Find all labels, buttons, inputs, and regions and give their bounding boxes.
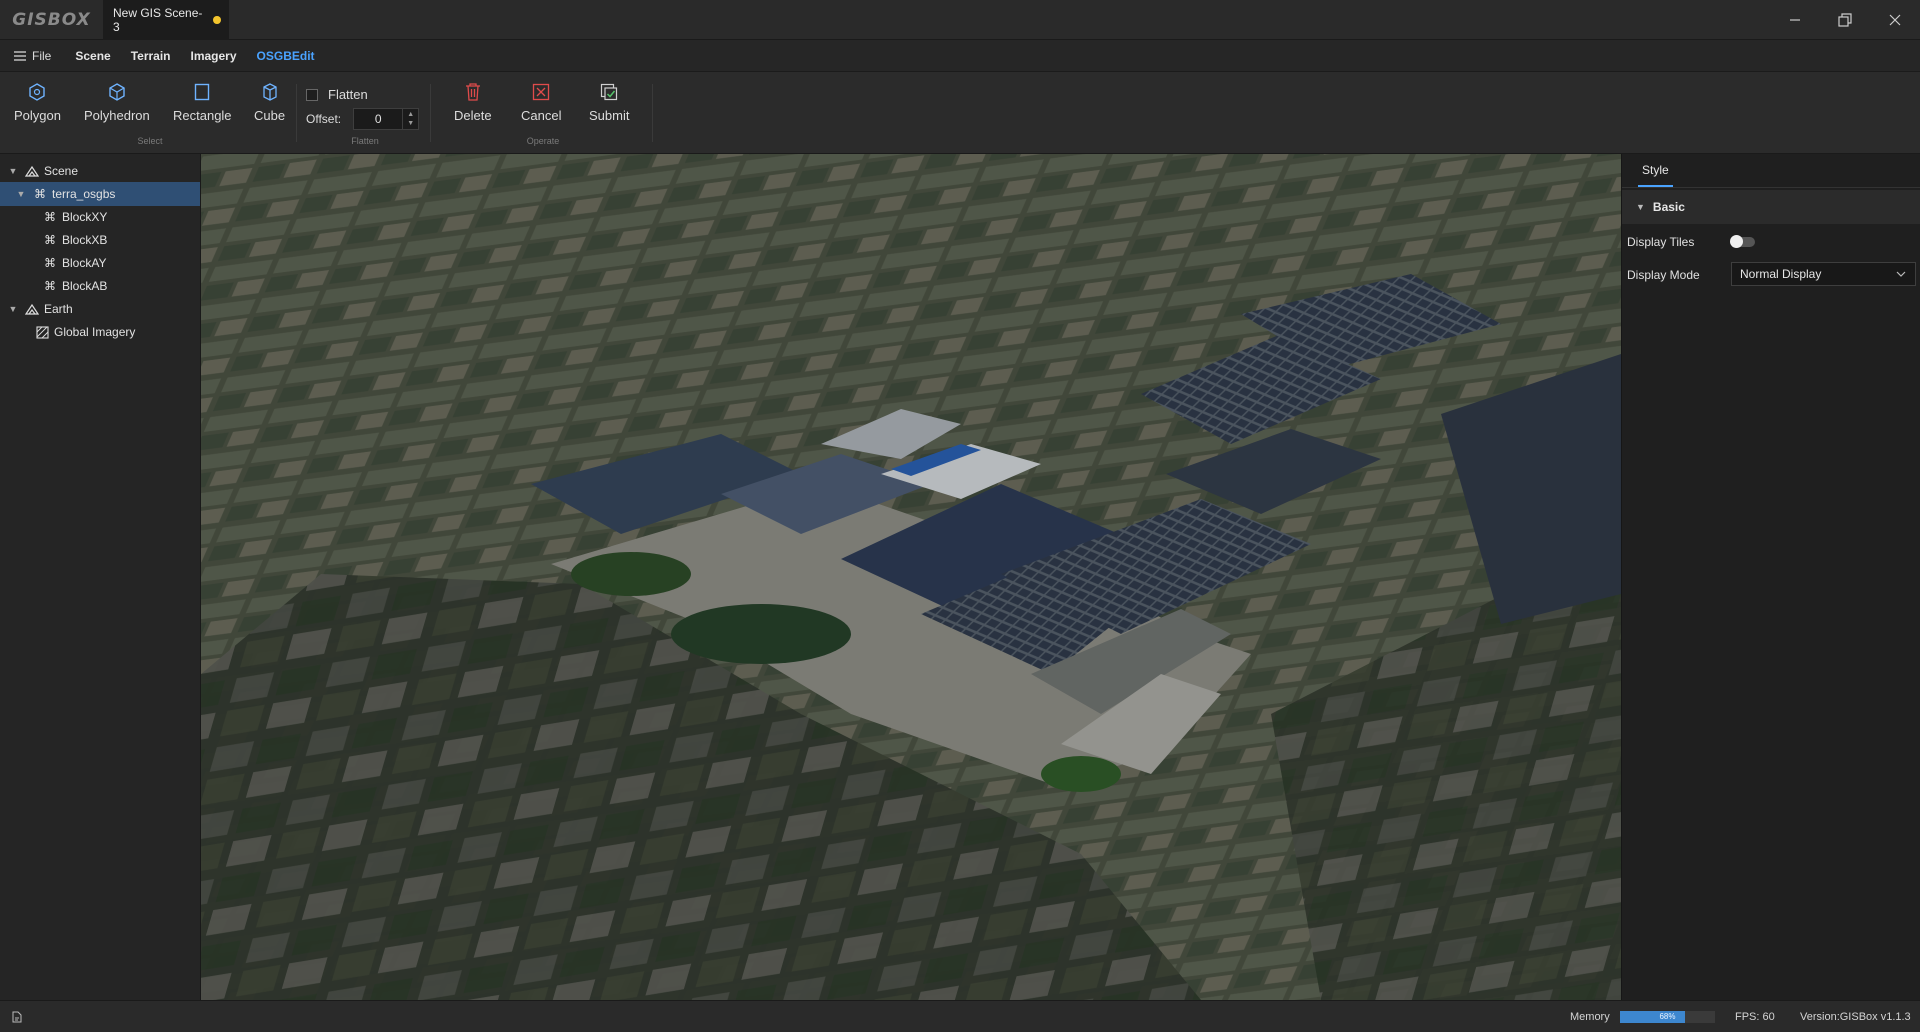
delete-label: Delete [454, 108, 492, 123]
tree-item-global-imagery[interactable]: Global Imagery [0, 320, 200, 344]
tree-item-blockab[interactable]: ⌘ BlockAB [0, 274, 200, 298]
ribbon-toolbar: Polygon Polyhedron Rectangle Cube Select… [0, 72, 1920, 154]
command-icon: ⌘ [34, 187, 46, 201]
operate-group: Delete Cancel Submit Operate [0, 72, 660, 154]
menu-osgbedit[interactable]: OSGBEdit [247, 40, 325, 72]
gisbox-window: GISBOX New GIS Scene-3 File Scene Terrai… [0, 0, 1920, 1032]
tree-item-label: terra_osgbs [52, 187, 116, 201]
command-icon: ⌘ [44, 210, 56, 224]
trash-icon [463, 82, 483, 102]
window-controls [1770, 0, 1920, 40]
fps-readout: FPS: 60 [1735, 1011, 1775, 1023]
toolbar-divider [652, 84, 653, 142]
toggle-knob [1730, 235, 1743, 248]
restore-button[interactable] [1820, 0, 1870, 40]
tree-item-earth[interactable]: ▼ Earth [0, 297, 200, 321]
map-viewport[interactable] [201, 154, 1621, 1000]
tree-item-scene[interactable]: ▼ Scene [0, 159, 200, 183]
memory-progress-bar: 68% [1620, 1011, 1715, 1023]
tree-item-blockxb[interactable]: ⌘ BlockXB [0, 228, 200, 252]
tree-item-label: Earth [44, 302, 73, 316]
command-icon: ⌘ [44, 233, 56, 247]
expand-caret-icon[interactable]: ▼ [16, 189, 26, 199]
document-icon[interactable] [12, 1011, 22, 1023]
document-tab-label: New GIS Scene-3 [113, 5, 203, 34]
earth-icon [25, 302, 39, 316]
scene-icon [25, 164, 39, 178]
tree-item-blockay[interactable]: ⌘ BlockAY [0, 251, 200, 275]
expand-caret-icon[interactable]: ▼ [8, 166, 18, 176]
display-mode-value: Normal Display [1740, 267, 1822, 281]
display-tiles-row: Display Tiles [1627, 229, 1917, 255]
expand-caret-icon[interactable]: ▼ [8, 304, 18, 314]
display-mode-select[interactable]: Normal Display [1731, 262, 1916, 286]
collapse-caret-icon[interactable]: ▼ [1636, 202, 1645, 212]
memory-progress-text: 68% [1659, 1012, 1676, 1021]
menu-terrain[interactable]: Terrain [121, 40, 181, 72]
properties-panel: Style ▼ Basic Display Tiles Display Mode… [1621, 154, 1920, 1000]
menu-bar: File Scene Terrain Imagery OSGBEdit [0, 40, 1920, 72]
submit-button[interactable]: Submit [589, 82, 629, 123]
memory-label: Memory [1570, 1011, 1610, 1023]
chevron-down-icon [1896, 271, 1906, 277]
minimize-icon [1790, 19, 1800, 21]
tree-item-label: BlockXB [62, 233, 108, 247]
properties-tabs: Style [1622, 154, 1920, 188]
cancel-label: Cancel [521, 108, 562, 123]
tree-item-label: BlockAY [62, 256, 107, 270]
submit-icon [599, 82, 619, 102]
version-text: Version:GISBox v1.1.3 [1800, 1011, 1911, 1023]
command-icon: ⌘ [44, 279, 56, 293]
app-logo: GISBOX [12, 9, 91, 30]
menu-scene[interactable]: Scene [65, 40, 120, 72]
tree-item-terra-osgbs[interactable]: ▼ ⌘ terra_osgbs [0, 182, 200, 206]
file-menu[interactable]: File [0, 49, 65, 63]
basic-section-header[interactable]: ▼ Basic [1622, 190, 1920, 224]
command-icon: ⌘ [44, 256, 56, 270]
tree-item-label: Global Imagery [54, 325, 136, 339]
scene-tree-panel: ▼ Scene ▼ ⌘ terra_osgbs ⌘ BlockXY ⌘ Bloc… [0, 154, 201, 1000]
cancel-icon [531, 82, 551, 102]
title-bar: GISBOX New GIS Scene-3 [0, 0, 1920, 40]
document-tab[interactable]: New GIS Scene-3 [103, 0, 229, 40]
display-mode-label: Display Mode [1627, 268, 1700, 282]
close-icon [1889, 14, 1901, 26]
minimize-button[interactable] [1770, 0, 1820, 40]
close-button[interactable] [1870, 0, 1920, 40]
display-tiles-label: Display Tiles [1627, 235, 1695, 249]
hamburger-icon [14, 50, 26, 61]
tree-item-label: BlockXY [62, 210, 108, 224]
tab-style[interactable]: Style [1638, 155, 1673, 187]
tree-item-label: BlockAB [62, 279, 108, 293]
imagery-icon [35, 325, 49, 339]
cancel-button[interactable]: Cancel [521, 82, 561, 123]
submit-label: Submit [589, 108, 630, 123]
aerial-scene-image [201, 154, 1621, 1000]
file-menu-label: File [32, 48, 52, 63]
tree-item-blockxy[interactable]: ⌘ BlockXY [0, 205, 200, 229]
section-title: Basic [1652, 200, 1685, 214]
restore-icon [1838, 13, 1852, 27]
menu-imagery[interactable]: Imagery [181, 40, 247, 72]
operate-group-label: Operate [526, 136, 560, 146]
display-mode-row: Display Mode Normal Display [1627, 262, 1917, 288]
display-tiles-toggle[interactable] [1730, 235, 1755, 248]
delete-button[interactable]: Delete [454, 82, 492, 123]
status-bar: Memory 68% FPS: 60 Version:GISBox v1.1.3 [0, 1000, 1920, 1032]
tree-item-label: Scene [44, 164, 79, 178]
unsaved-dot-icon [213, 15, 221, 24]
